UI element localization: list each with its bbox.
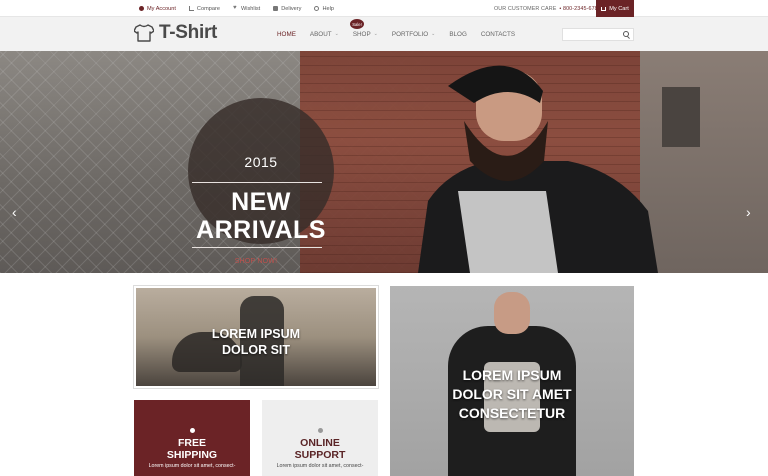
promo-banner-line2: DOLOR SIT [221, 342, 291, 357]
promo-model-caption: LOREM IPSUM DOLOR SIT AMET CONSECTETUR [390, 366, 634, 423]
customer-care-label: OUR CUSTOMER CARE [494, 5, 557, 12]
hero-year: 2015 [244, 154, 278, 170]
nav-about[interactable]: ABOUT ⌄ [310, 31, 339, 38]
bars-icon [188, 6, 194, 11]
nav-portfolio-label: PORTFOLIO [391, 30, 429, 38]
promo-banner-model[interactable]: LOREM IPSUM DOLOR SIT AMET CONSECTETUR [390, 286, 634, 476]
page: My Account Compare ♥ Wishlist Delivery H… [0, 0, 768, 476]
free-shipping-line1: FREE [177, 437, 206, 449]
search-icon[interactable] [623, 31, 629, 37]
model-head-image [494, 292, 530, 334]
online-support-line1: ONLINE [300, 437, 340, 449]
promo-banner-caption: LOREM IPSUM DOLOR SIT [136, 327, 376, 358]
customer-care-phone: • 800-2345-6789 [559, 5, 601, 12]
promo-model-line3: CONSECTETUR [458, 405, 566, 421]
building-window [662, 87, 700, 147]
online-support-title: ONLINE SUPPORT [262, 437, 378, 461]
user-icon [139, 6, 144, 11]
nav-about-label: ABOUT [309, 30, 332, 38]
top-utility-bar: My Account Compare ♥ Wishlist Delivery H… [0, 0, 768, 17]
promo-model-line1: LOREM IPSUM [462, 367, 562, 383]
hero-divider-top [192, 182, 322, 183]
wishlist-link[interactable]: ♥ Wishlist [232, 5, 261, 12]
bullet-icon [318, 428, 323, 433]
cart-icon [601, 6, 607, 11]
online-support-text: Lorem ipsum dolor sit amet, consect- [276, 463, 364, 469]
search-input[interactable] [563, 29, 621, 40]
promo-banner-motorcycle[interactable]: LOREM IPSUM DOLOR SIT [133, 285, 379, 389]
compare-link[interactable]: Compare [188, 5, 220, 12]
free-shipping-line2: SHIPPING [166, 449, 218, 461]
hero-title-line2: ARRIVALS [196, 216, 326, 244]
help-link[interactable]: Help [314, 6, 334, 12]
main-nav: HOME ABOUT ⌄ SHOP ⌄ PORTFOLIO ⌄ BLOG CON… [277, 17, 515, 51]
sale-badge: Sale! [350, 19, 364, 29]
site-header: T-Shirt HOME ABOUT ⌄ SHOP ⌄ PORTFOLIO ⌄ … [0, 17, 768, 51]
promo-model-line2: DOLOR SIT AMET [452, 386, 572, 402]
nav-home[interactable]: HOME [277, 31, 296, 38]
hero-title-line1: NEW [231, 188, 291, 216]
hero-divider-bottom [192, 247, 322, 248]
nav-blog-label: BLOG [449, 30, 467, 38]
help-icon [314, 6, 320, 11]
nav-shop-label: SHOP [352, 30, 371, 38]
my-cart-label: My Cart [609, 5, 629, 12]
logo-text: T-Shirt [159, 22, 218, 43]
free-shipping-title: FREE SHIPPING [134, 437, 250, 461]
help-label: Help [322, 5, 334, 12]
nav-blog[interactable]: BLOG [449, 31, 467, 38]
chevron-down-icon: ⌄ [334, 31, 339, 37]
nav-portfolio[interactable]: PORTFOLIO ⌄ [392, 31, 435, 38]
customer-care: OUR CUSTOMER CARE • 800-2345-6789 [494, 0, 601, 17]
compare-label: Compare [196, 5, 220, 12]
prev-slide-arrow-icon[interactable]: ‹ [12, 204, 17, 220]
my-cart-button[interactable]: My Cart [596, 0, 634, 17]
truck-icon [273, 6, 279, 11]
heart-icon: ♥ [232, 5, 237, 11]
delivery-link[interactable]: Delivery [273, 6, 301, 12]
nav-contacts[interactable]: CONTACTS [481, 31, 515, 38]
account-links: My Account Compare ♥ Wishlist Delivery H… [139, 0, 334, 17]
online-support-card[interactable]: ONLINE SUPPORT Lorem ipsum dolor sit ame… [262, 400, 378, 476]
nav-home-label: HOME [277, 30, 296, 38]
hero-background-building [640, 51, 768, 273]
bullet-icon [190, 428, 195, 433]
free-shipping-card[interactable]: FREE SHIPPING Lorem ipsum dolor sit amet… [134, 400, 250, 476]
wishlist-label: Wishlist [240, 5, 261, 12]
free-shipping-text: Lorem ipsum dolor sit amet, consect- [148, 463, 236, 469]
delivery-label: Delivery [281, 5, 302, 12]
promo-banner-line1: LOREM IPSUM [211, 327, 301, 341]
nav-contacts-label: CONTACTS [480, 30, 516, 38]
shop-now-link[interactable]: SHOP NOW! [188, 258, 324, 265]
chevron-down-icon: ⌄ [373, 31, 378, 37]
nav-shop[interactable]: SHOP ⌄ [353, 31, 378, 38]
tshirt-icon [134, 24, 154, 42]
my-account-link[interactable]: My Account [139, 6, 176, 12]
next-slide-arrow-icon[interactable]: › [746, 204, 751, 220]
hero-slider: 2015 NEW ARRIVALS SHOP NOW! ‹ › [0, 51, 768, 273]
hero-model-image [418, 65, 658, 273]
chevron-down-icon: ⌄ [431, 31, 436, 37]
online-support-line2: SUPPORT [294, 449, 346, 461]
logo[interactable]: T-Shirt [134, 22, 218, 43]
search-box [562, 28, 634, 41]
my-account-label: My Account [147, 5, 176, 12]
